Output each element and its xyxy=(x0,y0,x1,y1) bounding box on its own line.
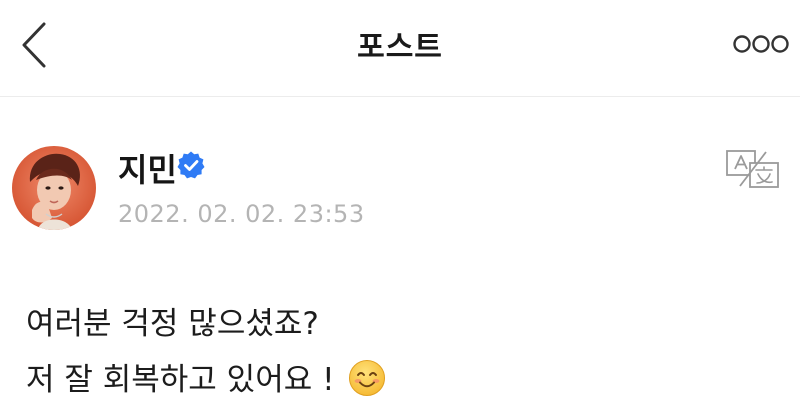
more-options-icon xyxy=(733,35,789,53)
post-screen: 포스트 지민 2022. 02. 02. 23:53 여러분 걱정 많으셨죠? … xyxy=(0,0,800,412)
post-timestamp: 2022. 02. 02. 23:53 xyxy=(118,200,365,228)
author-name[interactable]: 지민 xyxy=(118,145,177,191)
post-text-line-2: 저 잘 회복하고 있어요 ! xyxy=(26,362,335,398)
page-title: 포스트 xyxy=(357,30,443,65)
translate-button[interactable] xyxy=(724,148,782,190)
more-options-button[interactable] xyxy=(732,32,790,56)
top-navigation-bar: 포스트 xyxy=(0,0,800,97)
post-body-line-1: 여러분 걱정 많으셨죠? xyxy=(26,296,786,352)
post-body: 여러분 걱정 많으셨죠? 저 잘 회복하고 있어요 ! xyxy=(26,296,786,408)
post-body-line-2: 저 잘 회복하고 있어요 ! xyxy=(26,352,786,408)
post-text-line-1: 여러분 걱정 많으셨죠? xyxy=(26,306,319,342)
smiling-face-emoji-icon xyxy=(348,359,386,397)
avatar[interactable] xyxy=(12,146,96,230)
verified-badge-icon xyxy=(176,150,206,180)
translate-icon xyxy=(726,150,779,188)
